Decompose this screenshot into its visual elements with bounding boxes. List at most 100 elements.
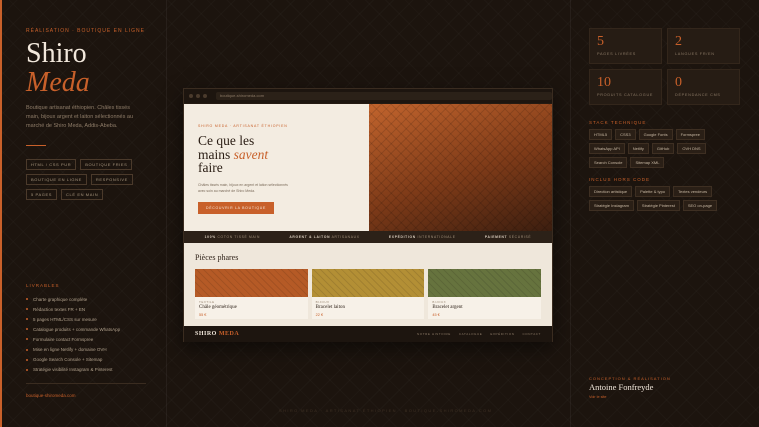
- footer-link[interactable]: Catalogue: [459, 332, 482, 336]
- stack-chip: Sitemap XML: [630, 157, 665, 168]
- section-title: Pièces phares: [195, 253, 239, 262]
- product-card[interactable]: Textile Châle géométrique 55 €: [195, 269, 308, 319]
- stat-number: 5: [597, 34, 604, 49]
- stat-card: 10 Produits catalogue: [589, 69, 662, 105]
- stat-number: 10: [597, 75, 611, 90]
- footer-link[interactable]: Expédition: [490, 332, 514, 336]
- project-intro: Réalisation · Boutique en ligne Shiro Me…: [26, 28, 154, 200]
- tag: Responsive: [90, 174, 133, 185]
- extras-chip: Direction artistique: [589, 186, 633, 197]
- product-image: [311, 269, 425, 297]
- deliverables-title: Livrables: [26, 283, 60, 288]
- stack-chip: Search Console: [589, 157, 628, 168]
- stat-label: Produits catalogue: [597, 93, 654, 97]
- hero-title-line: Ce que les: [198, 133, 255, 148]
- list-item: Mise en ligne Netlify + domaine OVH: [26, 344, 156, 354]
- browser-chrome: boutique-shiromeda.com: [184, 89, 552, 103]
- feature-item: 100% coton tissé main: [205, 235, 260, 239]
- list-item: Rédaction textes FR + EN: [26, 304, 156, 314]
- stat-card: 2 Langues FR/EN: [667, 28, 740, 64]
- product-category: Bijoux: [315, 300, 330, 304]
- stat-number: 0: [675, 75, 682, 90]
- hero-title: Ce que les mains savent faire: [198, 134, 369, 175]
- extras-chip: Stratégie Pinterest: [636, 200, 680, 211]
- stack-chip: Google Fonts: [638, 129, 673, 140]
- stack-chip-list: HTML5 CSS3 Google Fonts Formspree WhatsA…: [589, 129, 743, 168]
- project-title-line1: Shiro: [26, 38, 87, 69]
- list-item: Charte graphique complète: [26, 294, 156, 304]
- list-item: Catalogue produits + commande WhatsApp: [26, 324, 156, 334]
- accent-bar: [0, 0, 2, 427]
- product-price: 55 €: [199, 313, 207, 317]
- stat-label: Pages livrées: [597, 52, 636, 56]
- feature-text: coton tissé main: [215, 235, 261, 239]
- extras-chip: Palette & typo: [635, 186, 671, 197]
- stat-number: 2: [675, 34, 682, 49]
- window-dot-icon: [196, 94, 200, 98]
- stack-chip: GitHub: [651, 143, 675, 154]
- list-item: 5 pages HTML/CSS sur mesure: [26, 314, 156, 324]
- feature-strong: 100%: [204, 235, 216, 239]
- list-item: Formulaire contact Formspree: [26, 334, 156, 344]
- product-card[interactable]: Bijoux Bracelet laiton 22 €: [311, 269, 425, 319]
- product-category: Bijoux: [432, 300, 447, 304]
- product-grid: Textile Châle géométrique 55 € Bijoux Br…: [195, 269, 542, 319]
- tag: Boutique Fries: [80, 159, 133, 170]
- project-title-line2: Meda: [26, 67, 90, 98]
- discover-shop-button[interactable]: Découvrir la boutique: [198, 201, 275, 214]
- footer-link[interactable]: Notre histoire: [417, 332, 451, 336]
- stack-chip: WhatsApp API: [589, 143, 625, 154]
- project-kicker: Réalisation · Boutique en ligne: [26, 28, 145, 34]
- hero-title-line: mains savent: [198, 147, 369, 162]
- feature-strong: Paiement: [484, 235, 508, 239]
- address-bar[interactable]: boutique-shiromeda.com: [216, 92, 552, 100]
- list-item: Stratégie visibilité Instagram & Pintere…: [26, 365, 156, 375]
- product-image: [195, 269, 308, 297]
- tag: 5 pages: [26, 189, 58, 200]
- stack-chip: Formspree: [675, 129, 705, 140]
- hero-text: Châles tissés main, bijoux en argent et …: [198, 182, 288, 193]
- footer-link[interactable]: Contact: [523, 332, 541, 336]
- stats-grid: 5 Pages livrées 2 Langues FR/EN 10 Produ…: [589, 28, 740, 105]
- divider: [26, 383, 146, 384]
- deliverables-list: Charte graphique complète Rédaction text…: [26, 294, 156, 375]
- stack-title: Stack technique: [589, 120, 647, 125]
- site-logo[interactable]: SHIRO MEDA: [195, 331, 239, 337]
- tag: Boutique en ligne: [26, 174, 87, 185]
- extras-chip: SEO on-page: [682, 200, 718, 211]
- product-image: [428, 269, 542, 297]
- site-link[interactable]: boutique-shiromeda.com: [26, 393, 76, 398]
- logo-accent: MEDA: [218, 331, 240, 337]
- product-card[interactable]: Bijoux Bracelet argent 45 €: [428, 269, 542, 319]
- credit-link[interactable]: Voir le site: [589, 395, 607, 399]
- logo-text: SHIRO: [195, 331, 219, 337]
- hero-image: [369, 104, 552, 231]
- stat-label: Langues FR/EN: [675, 52, 715, 56]
- extras-title: Inclus hors code: [589, 177, 651, 182]
- product-price: 22 €: [315, 313, 324, 317]
- tag-list: HTML / CSS pur Boutique Fries Boutique e…: [26, 159, 154, 200]
- feature-strip: 100% coton tissé main Argent & laiton ar…: [184, 231, 552, 243]
- feature-item: Paiement sécurisé: [485, 235, 531, 239]
- window-dot-icon: [203, 94, 207, 98]
- extras-chip-list: Direction artistique Palette & typo Text…: [589, 186, 743, 211]
- list-item: Google Search Console + Sitemap: [26, 355, 156, 365]
- credit-kicker: Conception & réalisation: [589, 376, 671, 381]
- feature-strong: Expédition: [388, 235, 416, 239]
- stack-chip: OVH DNS: [677, 143, 706, 154]
- project-description: Boutique artisanat éthiopien. Châles tis…: [26, 105, 134, 129]
- feature-item: Expédition internationale: [389, 235, 456, 239]
- footer-nav: Notre histoire Catalogue Expédition Cont…: [417, 332, 541, 336]
- feature-strong: Argent & laiton: [289, 235, 331, 239]
- extras-chip: Textes vendeurs: [673, 186, 713, 197]
- extras-chip: Stratégie Instagram: [589, 200, 634, 211]
- divider: [26, 145, 46, 146]
- hero-title-line: faire: [198, 160, 223, 175]
- feature-item: Argent & laiton artisanaux: [289, 235, 359, 239]
- product-price: 45 €: [432, 313, 440, 317]
- window-dot-icon: [189, 94, 193, 98]
- site-footer: SHIRO MEDA Notre histoire Catalogue Expé…: [184, 326, 552, 342]
- stat-card: 5 Pages livrées: [589, 28, 662, 64]
- bottom-caption: Shiro Meda · Artisanat éthiopien · bouti…: [279, 408, 493, 413]
- feature-text: artisanaux: [330, 235, 360, 239]
